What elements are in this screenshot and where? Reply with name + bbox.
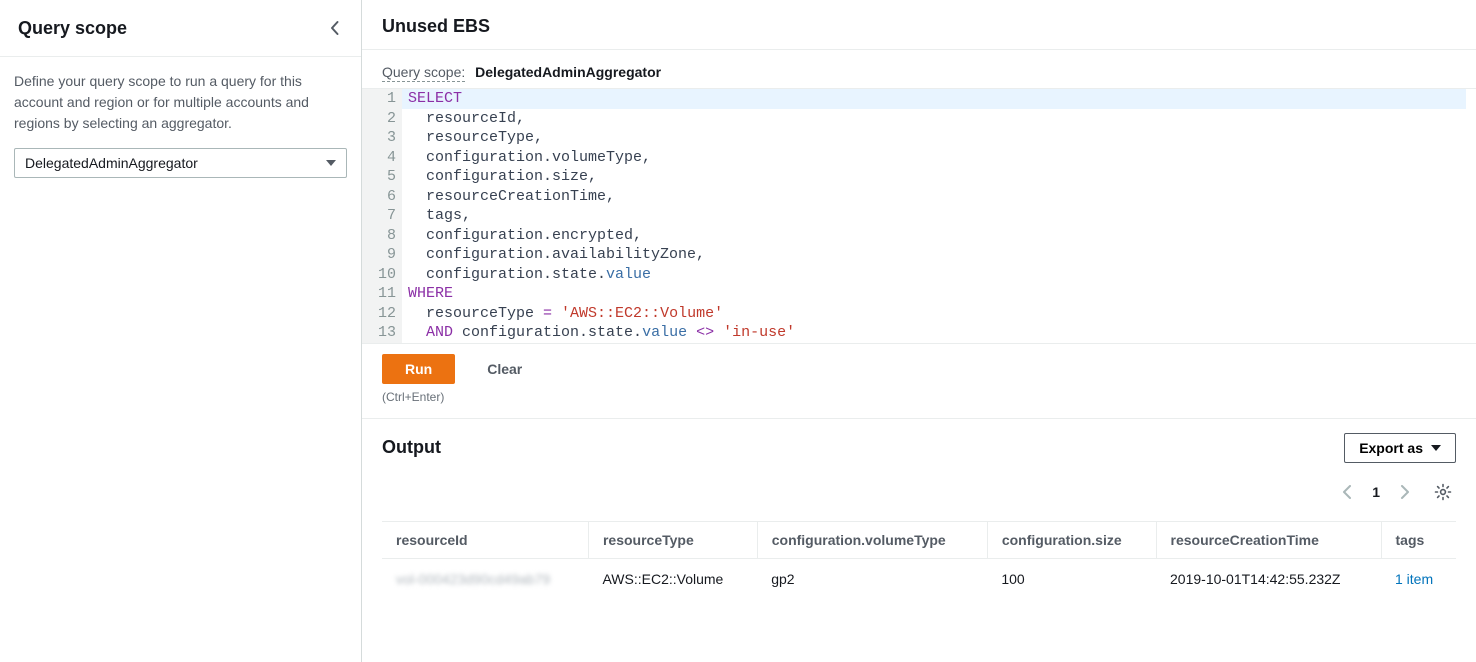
next-page-button[interactable] — [1396, 481, 1414, 503]
collapse-sidebar-button[interactable] — [323, 16, 347, 40]
chevron-left-icon — [327, 20, 343, 36]
code-line[interactable]: configuration.encrypted, — [402, 226, 1466, 246]
cell-tags[interactable]: 1 item — [1381, 558, 1456, 599]
column-header[interactable]: configuration.volumeType — [757, 521, 987, 558]
code-line[interactable]: AND configuration.state.value <> 'in-use… — [402, 323, 1466, 343]
run-button[interactable]: Run — [382, 354, 455, 384]
code-line[interactable]: resourceType = 'AWS::EC2::Volume' — [402, 304, 1466, 324]
page-title: Unused EBS — [382, 16, 1456, 37]
column-header[interactable]: tags — [1381, 521, 1456, 558]
code-line[interactable]: configuration.availabilityZone, — [402, 245, 1466, 265]
main-header: Unused EBS — [362, 0, 1476, 50]
code-line[interactable]: resourceType, — [402, 128, 1466, 148]
editor-actions: Run Clear — [362, 344, 1476, 390]
table-header-row: resourceIdresourceTypeconfiguration.volu… — [382, 521, 1456, 558]
cell-size: 100 — [987, 558, 1156, 599]
editor-code[interactable]: SELECT resourceId, resourceType, configu… — [402, 89, 1476, 343]
sidebar-body: Define your query scope to run a query f… — [0, 57, 361, 192]
gutter-line: 13 — [368, 323, 396, 343]
export-as-button[interactable]: Export as — [1344, 433, 1456, 463]
table-row[interactable]: vol-000423d90cd49ab79AWS::EC2::Volumegp2… — [382, 558, 1456, 599]
gutter-line: 6 — [368, 187, 396, 207]
column-header[interactable]: configuration.size — [987, 521, 1156, 558]
run-shortcut-hint: (Ctrl+Enter) — [362, 390, 1476, 418]
cell-volume-type: gp2 — [757, 558, 987, 599]
gutter-line: 3 — [368, 128, 396, 148]
query-scope-display: Query scope: DelegatedAdminAggregator — [362, 50, 1476, 88]
cell-creation-time: 2019-10-01T14:42:55.232Z — [1156, 558, 1381, 599]
code-line[interactable]: resourceCreationTime, — [402, 187, 1466, 207]
code-line[interactable]: configuration.state.value — [402, 265, 1466, 285]
gutter-line: 2 — [368, 109, 396, 129]
gutter-line: 12 — [368, 304, 396, 324]
clear-button[interactable]: Clear — [487, 361, 522, 377]
column-header[interactable]: resourceCreationTime — [1156, 521, 1381, 558]
chevron-left-icon — [1342, 485, 1352, 499]
code-line[interactable]: resourceId, — [402, 109, 1466, 129]
query-scope-help-text: Define your query scope to run a query f… — [14, 71, 347, 134]
prev-page-button[interactable] — [1338, 481, 1356, 503]
gear-icon — [1434, 483, 1452, 501]
gutter-line: 7 — [368, 206, 396, 226]
cell-resource-id: vol-000423d90cd49ab79 — [382, 558, 588, 599]
sidebar-title: Query scope — [18, 18, 127, 39]
column-header[interactable]: resourceId — [382, 521, 588, 558]
chevron-right-icon — [1400, 485, 1410, 499]
sidebar-header: Query scope — [0, 0, 361, 57]
results-table: resourceIdresourceTypeconfiguration.volu… — [382, 521, 1456, 599]
page-number: 1 — [1372, 484, 1380, 500]
aggregator-select[interactable]: DelegatedAdminAggregator — [14, 148, 347, 178]
main-panel: Unused EBS Query scope: DelegatedAdminAg… — [362, 0, 1476, 662]
code-line[interactable]: configuration.volumeType, — [402, 148, 1466, 168]
table-settings-button[interactable] — [1430, 479, 1456, 505]
gutter-line: 4 — [368, 148, 396, 168]
caret-down-icon — [1431, 445, 1441, 451]
query-scope-value: DelegatedAdminAggregator — [475, 64, 661, 80]
code-line[interactable]: tags, — [402, 206, 1466, 226]
cell-resource-type: AWS::EC2::Volume — [588, 558, 757, 599]
pagination: 1 — [382, 473, 1456, 521]
query-scope-sidebar: Query scope Define your query scope to r… — [0, 0, 362, 662]
query-scope-label: Query scope: — [382, 64, 465, 82]
output-header: Output Export as — [382, 433, 1456, 463]
gutter-line: 10 — [368, 265, 396, 285]
gutter-line: 8 — [368, 226, 396, 246]
editor-gutter: 12345678910111213 — [362, 89, 402, 343]
table-body: vol-000423d90cd49ab79AWS::EC2::Volumegp2… — [382, 558, 1456, 599]
output-section: Output Export as 1 resourc — [362, 418, 1476, 662]
gutter-line: 9 — [368, 245, 396, 265]
sql-editor[interactable]: 12345678910111213 SELECT resourceId, res… — [362, 88, 1476, 344]
export-as-label: Export as — [1359, 440, 1423, 456]
code-line[interactable]: SELECT — [402, 89, 1466, 109]
gutter-line: 11 — [368, 284, 396, 304]
gutter-line: 5 — [368, 167, 396, 187]
code-line[interactable]: configuration.size, — [402, 167, 1466, 187]
output-title: Output — [382, 437, 441, 458]
column-header[interactable]: resourceType — [588, 521, 757, 558]
code-line[interactable]: WHERE — [402, 284, 1466, 304]
gutter-line: 1 — [368, 89, 396, 109]
